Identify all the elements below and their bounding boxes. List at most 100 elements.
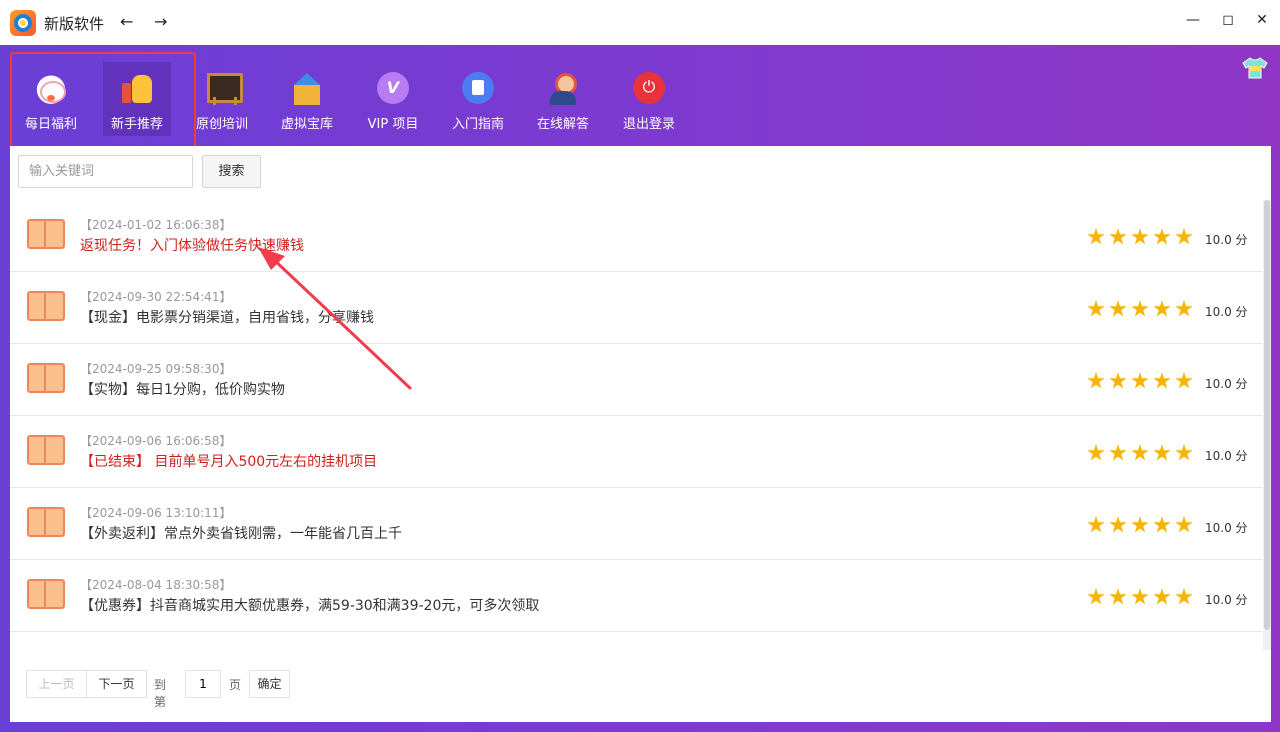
item-score: 10.0 分 — [1205, 377, 1248, 391]
star-icon — [1087, 444, 1105, 461]
star-icon — [1109, 588, 1127, 605]
book-icon — [27, 507, 65, 537]
star-icon — [1109, 444, 1127, 461]
item-score: 10.0 分 — [1205, 233, 1248, 247]
item-title[interactable]: 【已结束】 目前单号月入500元左右的挂机项目 — [80, 451, 377, 471]
rating-stars — [1087, 372, 1197, 392]
rating-stars — [1087, 444, 1197, 464]
book-icon — [27, 435, 65, 465]
page-number-input[interactable] — [185, 670, 221, 698]
minimize-button[interactable]: — — [1183, 12, 1203, 28]
window-title: 新版软件 — [44, 15, 105, 33]
list-item[interactable]: 【2024-01-02 16:06:38】 返现任务！入门体验做任务快速赚钱 1… — [10, 200, 1262, 272]
list-scrollbar[interactable] — [1263, 200, 1271, 650]
toolbar-item-label: 虚拟宝库 — [280, 117, 333, 132]
list-item[interactable]: 【2024-09-06 16:06:58】 【已结束】 目前单号月入500元左右… — [10, 416, 1262, 488]
app-frame: 每日福利 新手推荐 原创培训 虚拟宝库 VIP 项目 入门指南 在线解答 退出 — [0, 45, 1280, 732]
toolbar-item-label: 退出登录 — [622, 117, 675, 132]
toolbar-item-logout[interactable]: 退出登录 — [614, 65, 684, 137]
star-icon — [1109, 228, 1127, 245]
list-item[interactable]: 【2024-09-06 13:10:11】 【外卖返利】常点外卖省钱刚需，一年能… — [10, 488, 1262, 560]
rating-stars — [1087, 588, 1197, 608]
item-title[interactable]: 【现金】电影票分销渠道，自用省钱，分享赚钱 — [80, 307, 374, 327]
item-timestamp: 【2024-09-25 09:58:30】 — [80, 362, 232, 376]
toolbar-item-training[interactable]: 原创培训 — [187, 65, 257, 137]
rating-stars — [1087, 516, 1197, 536]
vip-icon — [376, 71, 410, 105]
item-title[interactable]: 【实物】每日1分购，低价购实物 — [80, 379, 285, 399]
star-icon — [1087, 228, 1105, 245]
star-icon — [1131, 444, 1149, 461]
prev-page-button[interactable]: 上一页 — [26, 670, 87, 698]
rating-stars — [1087, 300, 1197, 320]
list-item[interactable]: 【2024-09-25 09:58:30】 【实物】每日1分购，低价购实物 10… — [10, 344, 1262, 416]
star-icon — [1109, 516, 1127, 533]
toolbar-item-online-help[interactable]: 在线解答 — [528, 65, 598, 137]
main-toolbar: 每日福利 新手推荐 原创培训 虚拟宝库 VIP 项目 入门指南 在线解答 退出 — [0, 45, 1280, 152]
goto-prefix: 到第 — [154, 678, 167, 709]
star-icon — [1109, 372, 1127, 389]
star-icon — [1087, 372, 1105, 389]
rating-stars — [1087, 228, 1197, 248]
book-icon — [27, 363, 65, 393]
toolbar-item-label: VIP 项目 — [367, 117, 419, 132]
item-timestamp: 【2024-08-04 18:30:58】 — [80, 578, 232, 592]
list-item[interactable]: 【2024-08-04 18:30:58】 【优惠券】抖音商城实用大额优惠券，满… — [10, 560, 1262, 632]
star-icon — [1175, 228, 1193, 245]
toolbar-item-guide[interactable]: 入门指南 — [443, 65, 513, 137]
toolbar-item-label: 原创培训 — [195, 117, 248, 132]
book-icon — [27, 219, 65, 249]
star-icon — [1131, 588, 1149, 605]
star-icon — [1153, 588, 1171, 605]
star-icon — [1087, 516, 1105, 533]
guide-icon — [461, 71, 495, 105]
chalkboard-icon — [205, 71, 243, 105]
star-icon — [1175, 588, 1193, 605]
star-icon — [1131, 300, 1149, 317]
search-input[interactable] — [18, 155, 193, 188]
list-item[interactable]: 【2024-09-30 22:54:41】 【现金】电影票分销渠道，自用省钱，分… — [10, 272, 1262, 344]
content-panel: 搜索 【2024-01-02 16:06:38】 返现任务！入门体验做任务快速赚… — [10, 146, 1271, 722]
star-icon — [1131, 372, 1149, 389]
toolbar-item-virtual-treasury[interactable]: 虚拟宝库 — [272, 65, 342, 137]
next-page-button[interactable]: 下一页 — [86, 670, 147, 698]
star-icon — [1109, 300, 1127, 317]
power-icon — [632, 71, 666, 105]
star-icon — [1131, 228, 1149, 245]
forward-arrow-icon[interactable]: → — [154, 12, 167, 31]
toolbar-item-label: 在线解答 — [536, 117, 589, 132]
toolbar-item-label: 入门指南 — [451, 117, 504, 132]
item-timestamp: 【2024-09-30 22:54:41】 — [80, 290, 232, 304]
item-title[interactable]: 【外卖返利】常点外卖省钱刚需，一年能省几百上千 — [80, 523, 402, 543]
maximize-button[interactable]: ◻ — [1218, 12, 1238, 28]
scroll-thumb[interactable] — [1264, 200, 1270, 630]
star-icon — [1153, 444, 1171, 461]
search-button[interactable]: 搜索 — [202, 155, 261, 188]
goto-confirm-button[interactable]: 确定 — [249, 670, 290, 698]
close-button[interactable]: ✕ — [1252, 12, 1272, 28]
item-score: 10.0 分 — [1205, 593, 1248, 607]
toolbar-item-vip[interactable]: VIP 项目 — [358, 65, 428, 137]
item-timestamp: 【2024-09-06 13:10:11】 — [80, 506, 232, 520]
star-icon — [1087, 588, 1105, 605]
book-icon — [27, 579, 65, 609]
book-icon — [27, 291, 65, 321]
star-icon — [1175, 516, 1193, 533]
customer-service-icon — [546, 71, 580, 105]
highlight-box — [10, 52, 196, 152]
back-arrow-icon[interactable]: ← — [120, 12, 133, 31]
goto-suffix: 页 — [229, 678, 242, 692]
star-icon — [1087, 300, 1105, 317]
title-bar: 新版软件 ← → — ◻ ✕ — [0, 0, 1280, 45]
skin-shirt-icon[interactable] — [1242, 57, 1268, 79]
treasury-icon — [290, 71, 324, 105]
app-logo-icon — [10, 10, 36, 36]
item-title[interactable]: 【优惠券】抖音商城实用大额优惠券，满59-30和满39-20元，可多次领取 — [80, 595, 539, 615]
item-timestamp: 【2024-01-02 16:06:38】 — [80, 218, 232, 232]
item-title[interactable]: 返现任务！入门体验做任务快速赚钱 — [80, 235, 304, 255]
item-timestamp: 【2024-09-06 16:06:58】 — [80, 434, 232, 448]
star-icon — [1175, 300, 1193, 317]
star-icon — [1153, 228, 1171, 245]
star-icon — [1175, 372, 1193, 389]
item-score: 10.0 分 — [1205, 521, 1248, 535]
